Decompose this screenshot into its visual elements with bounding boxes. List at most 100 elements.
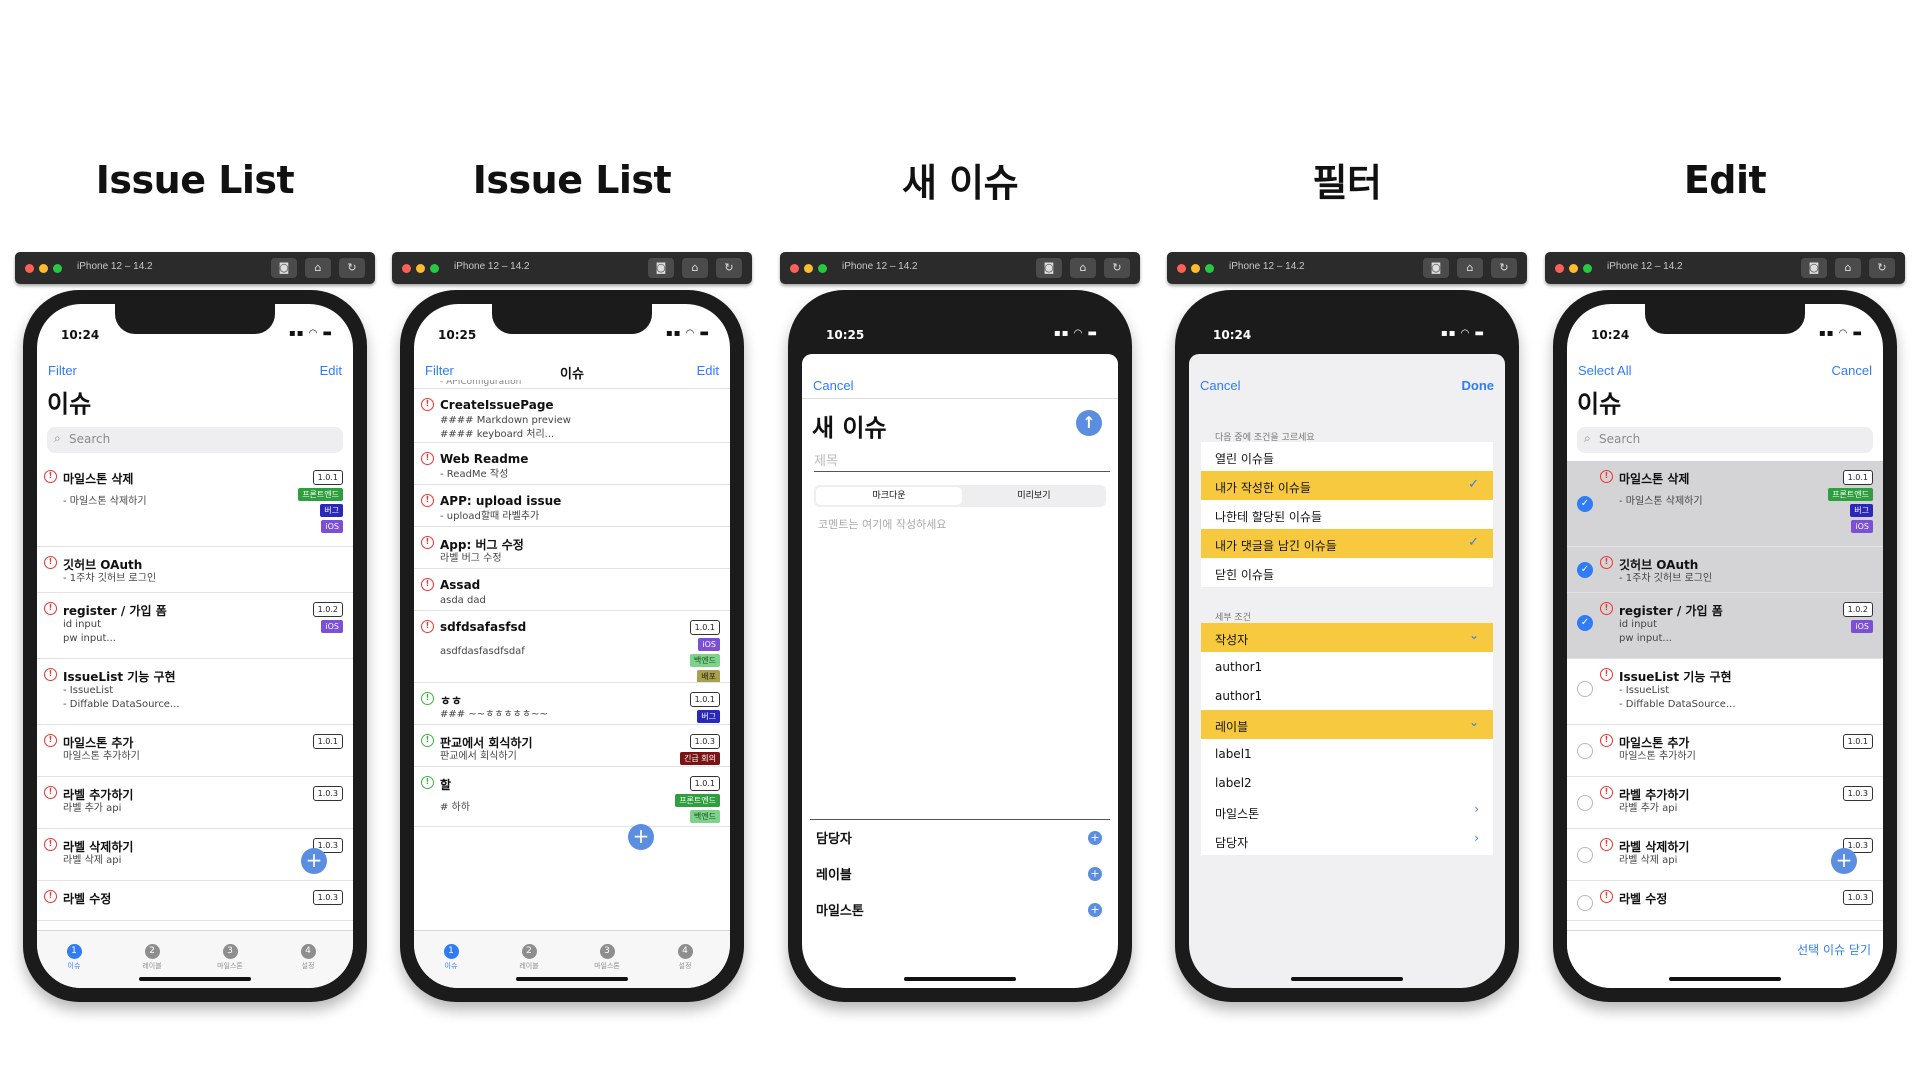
add-issue-button[interactable]: + — [301, 848, 327, 874]
title-input[interactable]: 제목 — [814, 450, 1110, 472]
issue-row[interactable]: ! register / 가입 폼 id input pw input... 1… — [37, 593, 353, 659]
unselected-check-icon[interactable] — [1577, 847, 1593, 863]
issue-row[interactable]: ! 마일스톤 추가 마일스톤 추가하기 1.0.1 — [1567, 725, 1883, 777]
close-dot-icon[interactable] — [402, 264, 411, 273]
add-issue-button[interactable]: + — [628, 824, 654, 850]
filter-button[interactable]: Filter — [48, 363, 77, 378]
home-icon[interactable]: ⌂ — [305, 258, 331, 278]
screenshot-icon[interactable]: ◙ — [271, 258, 297, 278]
edit-button[interactable]: Edit — [320, 363, 342, 378]
tab-settings[interactable]: 4 설정 — [665, 938, 705, 971]
rotate-icon[interactable]: ↻ — [339, 258, 365, 278]
issue-row[interactable]: ! 판교에서 회식하기 판교에서 회식하기 1.0.3 긴급 회의 — [414, 725, 730, 767]
detail-item[interactable]: author1 — [1201, 652, 1493, 681]
filter-option[interactable]: 내가 댓글을 남긴 이슈들 ✓ — [1201, 529, 1493, 558]
edit-button[interactable]: Edit — [697, 363, 719, 378]
minimize-dot-icon[interactable] — [804, 264, 813, 273]
issue-row[interactable]: ! 할 # 하하 1.0.1 프론트엔드 백엔드 — [414, 767, 730, 827]
issue-row[interactable]: ! 라벨 수정 1.0.3 — [37, 881, 353, 921]
minimize-dot-icon[interactable] — [39, 264, 48, 273]
editor-segmented-control[interactable]: 마크다운 미리보기 — [814, 485, 1106, 507]
add-issue-button[interactable]: + — [1831, 848, 1857, 874]
segment-markdown[interactable]: 마크다운 — [816, 487, 962, 505]
zoom-dot-icon[interactable] — [1583, 264, 1592, 273]
search-input[interactable]: ⌕ Search — [47, 427, 343, 453]
assignee-field[interactable]: 담당자 — [816, 828, 852, 847]
close-dot-icon[interactable] — [790, 264, 799, 273]
milestone-field[interactable]: 마일스톤 — [816, 900, 864, 919]
issue-row[interactable]: ! 라벨 추가하기 라벨 추가 api 1.0.3 — [1567, 777, 1883, 829]
screenshot-icon[interactable]: ◙ — [1801, 258, 1827, 278]
detail-item[interactable]: label2 — [1201, 768, 1493, 797]
filter-option[interactable]: 닫힌 이슈들 — [1201, 558, 1493, 587]
filter-option[interactable]: 열린 이슈들 — [1201, 442, 1493, 471]
cancel-button[interactable]: Cancel — [813, 378, 853, 393]
issue-row[interactable]: ! 마일스톤 삭제 - 마일스톤 삭제하기 1.0.1 프론트엔드 버그 iOS — [37, 461, 353, 547]
rotate-icon[interactable]: ↻ — [1491, 258, 1517, 278]
cancel-button[interactable]: Cancel — [1832, 363, 1872, 378]
issue-row[interactable]: ! 깃허브 OAuth - 1주차 깃허브 로그인 — [37, 547, 353, 593]
unselected-check-icon[interactable] — [1577, 895, 1593, 911]
tab-settings[interactable]: 4 설정 — [288, 938, 328, 971]
issue-list[interactable]: ! CreateIssuePage #### Markdown preview … — [414, 388, 730, 930]
filter-option[interactable]: 나한테 할당된 이슈들 — [1201, 500, 1493, 529]
rotate-icon[interactable]: ↻ — [1104, 258, 1130, 278]
minimize-dot-icon[interactable] — [416, 264, 425, 273]
tab-issues[interactable]: 1 이슈 — [54, 938, 94, 971]
selected-check-icon[interactable]: ✓ — [1577, 562, 1593, 578]
selected-check-icon[interactable]: ✓ — [1577, 615, 1593, 631]
detail-milestone[interactable]: 마일스톤 › — [1201, 797, 1493, 826]
done-button[interactable]: Done — [1462, 378, 1495, 393]
tab-milestones[interactable]: 3 마일스톤 — [210, 938, 250, 971]
tab-labels[interactable]: 2 레이블 — [509, 938, 549, 971]
detail-author-header[interactable]: 작성자 ⌄ — [1201, 623, 1493, 652]
issue-row[interactable]: ! App: 버그 수정 라벨 버그 수정 — [414, 527, 730, 569]
zoom-dot-icon[interactable] — [1205, 264, 1214, 273]
unselected-check-icon[interactable] — [1577, 795, 1593, 811]
issue-row[interactable]: ! 라벨 추가하기 라벨 추가 api 1.0.3 — [37, 777, 353, 829]
zoom-dot-icon[interactable] — [430, 264, 439, 273]
select-all-button[interactable]: Select All — [1578, 363, 1631, 378]
issue-row[interactable]: ! Assad asda dad — [414, 569, 730, 611]
minimize-dot-icon[interactable] — [1569, 264, 1578, 273]
add-milestone-icon[interactable]: + — [1088, 903, 1102, 917]
close-selected-issues-button[interactable]: 선택 이슈 닫기 — [1797, 941, 1871, 958]
cancel-button[interactable]: Cancel — [1200, 378, 1240, 393]
issue-row[interactable]: ! ㅎㅎ ### ~~ㅎㅎㅎㅎㅎ~~ 1.0.1 버그 — [414, 683, 730, 725]
issue-row-selected[interactable]: ✓ ! 마일스톤 삭제 - 마일스톤 삭제하기 1.0.1 프론트엔드 버그 i… — [1567, 461, 1883, 547]
tab-labels[interactable]: 2 레이블 — [132, 938, 172, 971]
close-dot-icon[interactable] — [1177, 264, 1186, 273]
issue-row[interactable]: ! sdfdsafasfsd asdfdasfasdfsdaf 1.0.1 iO… — [414, 611, 730, 683]
close-dot-icon[interactable] — [1555, 264, 1564, 273]
rotate-icon[interactable]: ↻ — [1869, 258, 1895, 278]
home-icon[interactable]: ⌂ — [1070, 258, 1096, 278]
home-icon[interactable]: ⌂ — [1457, 258, 1483, 278]
tab-issues[interactable]: 1 이슈 — [431, 938, 471, 971]
issue-row[interactable]: ! IssueList 기능 구현 - IssueList - Diffable… — [37, 659, 353, 725]
add-label-icon[interactable]: + — [1088, 867, 1102, 881]
issue-row[interactable]: ! IssueList 기능 구현 - IssueList - Diffable… — [1567, 659, 1883, 725]
issue-row[interactable]: ! Web Readme - ReadMe 작성 — [414, 443, 730, 485]
home-icon[interactable]: ⌂ — [1835, 258, 1861, 278]
screenshot-icon[interactable]: ◙ — [648, 258, 674, 278]
search-input[interactable]: ⌕ Search — [1577, 427, 1873, 453]
rotate-icon[interactable]: ↻ — [716, 258, 742, 278]
tab-milestones[interactable]: 3 마일스톤 — [587, 938, 627, 971]
detail-assignee[interactable]: 담당자 › — [1201, 826, 1493, 855]
filter-option[interactable]: 내가 작성한 이슈들 ✓ — [1201, 471, 1493, 500]
segment-preview[interactable]: 미리보기 — [964, 487, 1104, 505]
comment-input[interactable]: 코멘트는 여기에 작성하세요 — [818, 516, 946, 532]
issue-row[interactable]: ! 마일스톤 추가 마일스톤 추가하기 1.0.1 — [37, 725, 353, 777]
screenshot-icon[interactable]: ◙ — [1423, 258, 1449, 278]
minimize-dot-icon[interactable] — [1191, 264, 1200, 273]
issue-row-selected[interactable]: ✓ ! register / 가입 폼 id input pw input...… — [1567, 593, 1883, 659]
submit-arrow-icon[interactable]: ↑ — [1076, 410, 1102, 436]
zoom-dot-icon[interactable] — [818, 264, 827, 273]
label-field[interactable]: 레이블 — [816, 864, 852, 883]
add-assignee-icon[interactable]: + — [1088, 831, 1102, 845]
close-dot-icon[interactable] — [25, 264, 34, 273]
detail-item[interactable]: label1 — [1201, 739, 1493, 768]
selected-check-icon[interactable]: ✓ — [1577, 496, 1593, 512]
screenshot-icon[interactable]: ◙ — [1036, 258, 1062, 278]
issue-row-selected[interactable]: ✓ ! 깃허브 OAuth - 1주차 깃허브 로그인 — [1567, 547, 1883, 593]
